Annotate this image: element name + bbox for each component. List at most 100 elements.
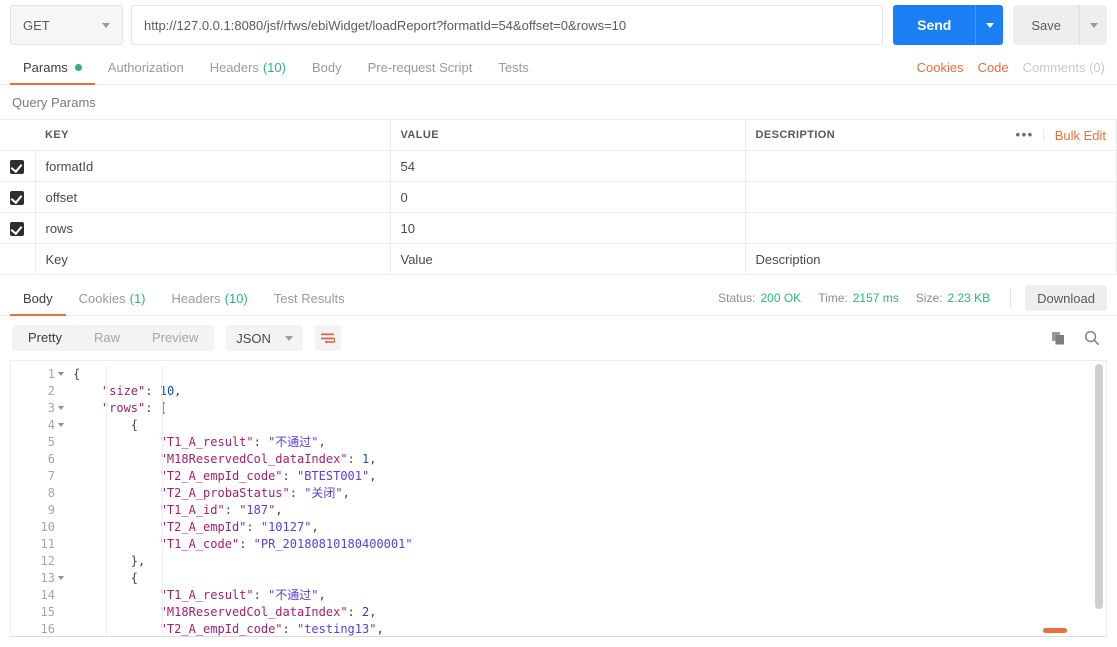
save-button[interactable]: Save — [1013, 5, 1079, 45]
new-param-value-input[interactable]: Value — [390, 243, 746, 275]
view-mode-raw[interactable]: Raw — [78, 325, 136, 351]
row-enabled-cell[interactable] — [0, 212, 36, 244]
tab-tests[interactable]: Tests — [485, 50, 541, 84]
editor-code[interactable]: { "size": 10, "rows": [ { "T1_A_result":… — [59, 366, 1106, 637]
response-format-label: JSON — [236, 330, 271, 346]
save-options-button[interactable] — [1079, 5, 1107, 45]
view-mode-segmented-control: Pretty Raw Preview — [12, 325, 215, 351]
send-button-group: Send — [893, 5, 1004, 45]
editor-line-number: 13 — [11, 570, 64, 587]
row-checkbox[interactable] — [10, 190, 25, 205]
row-enabled-cell[interactable] — [0, 150, 36, 182]
copy-response-button[interactable] — [1045, 325, 1071, 351]
request-tab-bar-links: Cookies Code Comments (0) — [903, 50, 1107, 84]
tab-test-results[interactable]: Test Results — [261, 281, 358, 315]
editor-line-number: 10 — [40, 520, 55, 534]
tab-authorization[interactable]: Authorization — [95, 50, 197, 84]
size-label: Size: — [915, 291, 943, 305]
view-mode-preview[interactable]: Preview — [136, 325, 214, 351]
column-header-checkbox — [0, 119, 35, 151]
chevron-down-icon — [1089, 22, 1098, 28]
row-checkbox[interactable] — [10, 159, 25, 174]
editor-code-line: "T1_A_result": "不通过", — [159, 435, 326, 449]
tab-tests-label: Tests — [498, 59, 529, 75]
response-format-select[interactable]: JSON — [226, 325, 303, 351]
editor-vertical-scrollbar[interactable] — [1095, 364, 1103, 609]
param-key-cell[interactable]: rows — [35, 212, 391, 244]
param-value-cell[interactable]: 10 — [390, 212, 746, 244]
editor-line-number: 7 — [47, 469, 55, 483]
editor-code-line: { — [73, 367, 81, 381]
editor-code-line: "T1_A_id": "187", — [159, 503, 283, 517]
param-description-cell[interactable] — [745, 150, 1117, 182]
request-url-input[interactable] — [131, 5, 884, 45]
param-value-cell[interactable]: 0 — [390, 181, 746, 213]
request-tab-bar: Params Authorization Headers (10) Body P… — [0, 50, 1117, 85]
editor-line-number: 11 — [40, 537, 55, 551]
send-button[interactable]: Send — [893, 5, 976, 45]
tab-response-headers[interactable]: Headers (10) — [159, 281, 261, 315]
editor-gutter: 12345678910111213141516171819 — [11, 366, 64, 637]
status-label: Status: — [718, 291, 756, 305]
tab-response-cookies-label: Cookies — [78, 290, 126, 306]
new-param-description-input[interactable]: Description — [745, 243, 1117, 275]
tab-pre-request-script[interactable]: Pre-request Script — [355, 50, 486, 84]
editor-line-number: 1 — [11, 366, 64, 383]
editor-horizontal-scrollbar-thumb[interactable] — [1043, 628, 1067, 633]
editor-code-line: "rows": [ — [101, 401, 167, 415]
code-link[interactable]: Code — [978, 60, 1009, 75]
editor-code-line: { — [130, 571, 139, 585]
editor-line-number: 4 — [11, 417, 64, 434]
response-body-editor[interactable]: 12345678910111213141516171819 { "size": … — [10, 360, 1107, 637]
param-description-cell[interactable] — [745, 181, 1117, 213]
query-params-title: Query Params — [12, 95, 96, 110]
param-key-cell[interactable]: offset — [35, 181, 391, 213]
param-key-cell[interactable]: formatId — [35, 150, 391, 182]
chevron-down-icon — [985, 22, 994, 28]
time-value: 2157 ms — [852, 291, 899, 305]
param-value-cell[interactable]: 54 — [390, 150, 746, 182]
editor-code-line: "T1_A_code": "PR_20180810180400001" — [159, 537, 413, 551]
http-method-select[interactable]: GET — [10, 5, 123, 45]
table-row: rows 10 — [0, 212, 1117, 244]
editor-line-number: 3 — [11, 400, 64, 417]
editor-code-line: "T2_A_empId_code": "BTEST001", — [159, 469, 377, 483]
table-row: formatId 54 — [0, 150, 1117, 182]
comments-link[interactable]: Comments (0) — [1023, 60, 1105, 75]
search-response-button[interactable] — [1079, 325, 1105, 351]
bulk-edit-button[interactable]: Bulk Edit — [1044, 128, 1106, 143]
word-wrap-toggle[interactable] — [314, 325, 341, 351]
tab-authorization-label: Authorization — [107, 59, 184, 75]
tab-response-cookies[interactable]: Cookies (1) — [66, 281, 159, 315]
tab-headers[interactable]: Headers (10) — [197, 50, 299, 84]
download-button[interactable]: Download — [1025, 285, 1107, 311]
size-value: 2.23 KB — [947, 291, 991, 305]
divider — [11, 636, 1106, 637]
new-param-key-input[interactable]: Key — [35, 243, 391, 275]
editor-code-line: "T1_A_result": "不通过", — [159, 588, 326, 602]
time-label: Time: — [818, 291, 848, 305]
cookies-link[interactable]: Cookies — [917, 60, 964, 75]
word-wrap-icon — [321, 333, 336, 344]
param-description-cell[interactable] — [745, 212, 1117, 244]
tab-response-headers-label: Headers — [171, 290, 221, 306]
more-options-icon[interactable]: ••• — [1007, 128, 1044, 141]
tab-body[interactable]: Body — [299, 50, 355, 84]
column-header-key: KEY — [35, 119, 391, 151]
editor-horizontal-scrollbar[interactable] — [21, 628, 1096, 633]
row-checkbox[interactable] — [10, 221, 25, 236]
editor-code-line: }, — [73, 554, 146, 568]
tab-params-label: Params — [23, 59, 68, 75]
editor-line-number: 15 — [40, 605, 55, 619]
row-enabled-cell[interactable] — [0, 181, 36, 213]
view-mode-pretty[interactable]: Pretty — [12, 325, 78, 351]
table-row-new: Key Value Description — [0, 243, 1117, 275]
request-url-bar: GET Send Save — [0, 0, 1117, 50]
tab-params[interactable]: Params — [10, 50, 95, 85]
editor-line-number: 2 — [47, 384, 55, 398]
editor-code-line: "size": 10, — [101, 384, 182, 398]
copy-icon — [1051, 331, 1064, 344]
http-method-label: GET — [23, 17, 50, 33]
tab-response-body[interactable]: Body — [10, 281, 66, 316]
send-options-button[interactable] — [975, 5, 1004, 45]
